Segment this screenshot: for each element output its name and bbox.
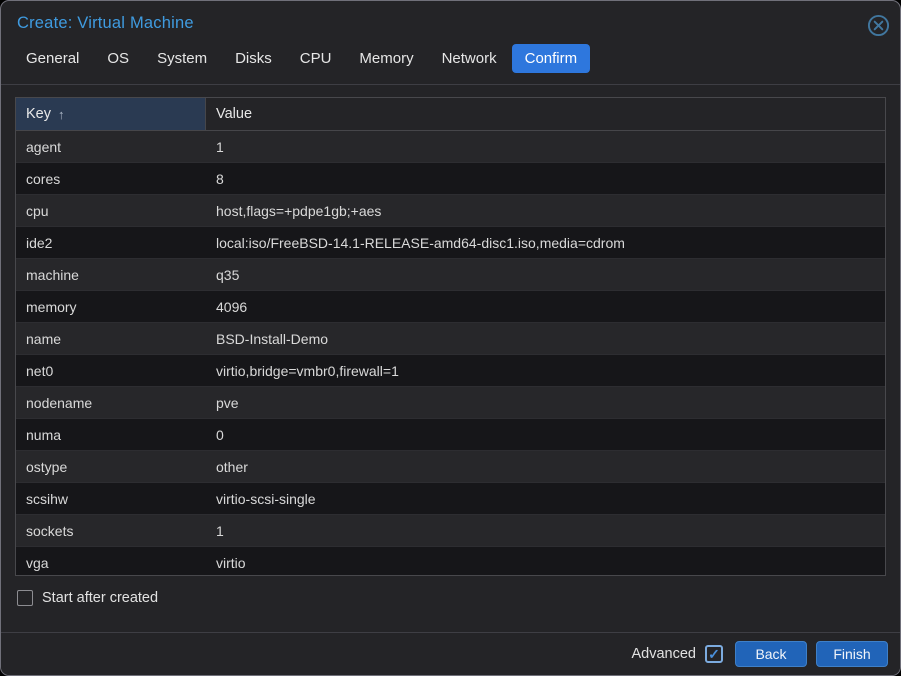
create-vm-dialog: Create: Virtual Machine GeneralOSSystemD… — [0, 0, 901, 676]
column-header-value[interactable]: Value — [206, 98, 885, 130]
table-row[interactable]: nodenamepve — [16, 387, 885, 419]
value-cell: pve — [206, 395, 885, 411]
table-row[interactable]: net0virtio,bridge=vmbr0,firewall=1 — [16, 355, 885, 387]
start-after-created-row: Start after created — [17, 586, 884, 610]
key-cell: machine — [16, 267, 206, 283]
start-after-created-label: Start after created — [42, 590, 158, 606]
table-row[interactable]: machineq35 — [16, 259, 885, 291]
column-header-key-label: Key — [26, 106, 51, 122]
dialog-title: Create: Virtual Machine — [17, 14, 194, 32]
key-cell: agent — [16, 139, 206, 155]
value-cell: virtio,bridge=vmbr0,firewall=1 — [206, 363, 885, 379]
confirm-settings-table: Key ↑ Value agent1cores8cpuhost,flags=+p… — [15, 97, 886, 576]
value-cell: 0 — [206, 427, 885, 443]
table-row[interactable]: ide2local:iso/FreeBSD-14.1-RELEASE-amd64… — [16, 227, 885, 259]
back-button[interactable]: Back — [735, 641, 807, 667]
finish-button[interactable]: Finish — [816, 641, 888, 667]
dialog-body: Key ↑ Value agent1cores8cpuhost,flags=+p… — [1, 85, 900, 610]
key-cell: sockets — [16, 523, 206, 539]
checkmark-icon: ✓ — [708, 646, 720, 663]
value-cell: BSD-Install-Demo — [206, 331, 885, 347]
table-row[interactable]: scsihwvirtio-scsi-single — [16, 483, 885, 515]
table-header: Key ↑ Value — [16, 98, 885, 131]
value-cell: virtio-scsi-single — [206, 491, 885, 507]
value-cell: 1 — [206, 139, 885, 155]
advanced-label: Advanced — [632, 646, 697, 662]
value-cell: local:iso/FreeBSD-14.1-RELEASE-amd64-dis… — [206, 235, 885, 251]
start-after-created-checkbox[interactable] — [17, 590, 33, 606]
sort-ascending-icon: ↑ — [58, 107, 65, 122]
advanced-checkbox[interactable]: ✓ — [705, 645, 723, 663]
key-cell: numa — [16, 427, 206, 443]
close-button[interactable] — [866, 13, 890, 37]
column-header-value-label: Value — [216, 106, 252, 122]
tab-confirm[interactable]: Confirm — [512, 44, 591, 73]
key-cell: vga — [16, 555, 206, 571]
table-row[interactable]: cpuhost,flags=+pdpe1gb;+aes — [16, 195, 885, 227]
tab-general[interactable]: General — [13, 44, 92, 73]
key-cell: ostype — [16, 459, 206, 475]
table-row[interactable]: numa0 — [16, 419, 885, 451]
value-cell: host,flags=+pdpe1gb;+aes — [206, 203, 885, 219]
key-cell: name — [16, 331, 206, 347]
table-row[interactable]: ostypeother — [16, 451, 885, 483]
key-cell: nodename — [16, 395, 206, 411]
dialog-titlebar: Create: Virtual Machine — [1, 1, 900, 39]
key-cell: ide2 — [16, 235, 206, 251]
key-cell: net0 — [16, 363, 206, 379]
tab-system[interactable]: System — [144, 44, 220, 73]
value-cell: virtio — [206, 555, 885, 571]
value-cell: 1 — [206, 523, 885, 539]
tab-memory[interactable]: Memory — [346, 44, 426, 73]
key-cell: memory — [16, 299, 206, 315]
column-header-key[interactable]: Key ↑ — [16, 98, 206, 130]
tab-bar: GeneralOSSystemDisksCPUMemoryNetworkConf… — [1, 39, 900, 84]
table-row[interactable]: nameBSD-Install-Demo — [16, 323, 885, 355]
tab-cpu[interactable]: CPU — [287, 44, 345, 73]
key-cell: scsihw — [16, 491, 206, 507]
value-cell: other — [206, 459, 885, 475]
close-icon — [867, 14, 890, 37]
table-row[interactable]: agent1 — [16, 131, 885, 163]
table-row[interactable]: sockets1 — [16, 515, 885, 547]
table-row[interactable]: cores8 — [16, 163, 885, 195]
value-cell: q35 — [206, 267, 885, 283]
tab-os[interactable]: OS — [94, 44, 142, 73]
dialog-footer: Advanced ✓ Back Finish — [1, 632, 900, 675]
key-cell: cpu — [16, 203, 206, 219]
tab-network[interactable]: Network — [429, 44, 510, 73]
table-row[interactable]: vgavirtio — [16, 547, 885, 575]
tab-disks[interactable]: Disks — [222, 44, 285, 73]
value-cell: 4096 — [206, 299, 885, 315]
key-cell: cores — [16, 171, 206, 187]
table-row[interactable]: memory4096 — [16, 291, 885, 323]
table-body: agent1cores8cpuhost,flags=+pdpe1gb;+aesi… — [16, 131, 885, 575]
value-cell: 8 — [206, 171, 885, 187]
